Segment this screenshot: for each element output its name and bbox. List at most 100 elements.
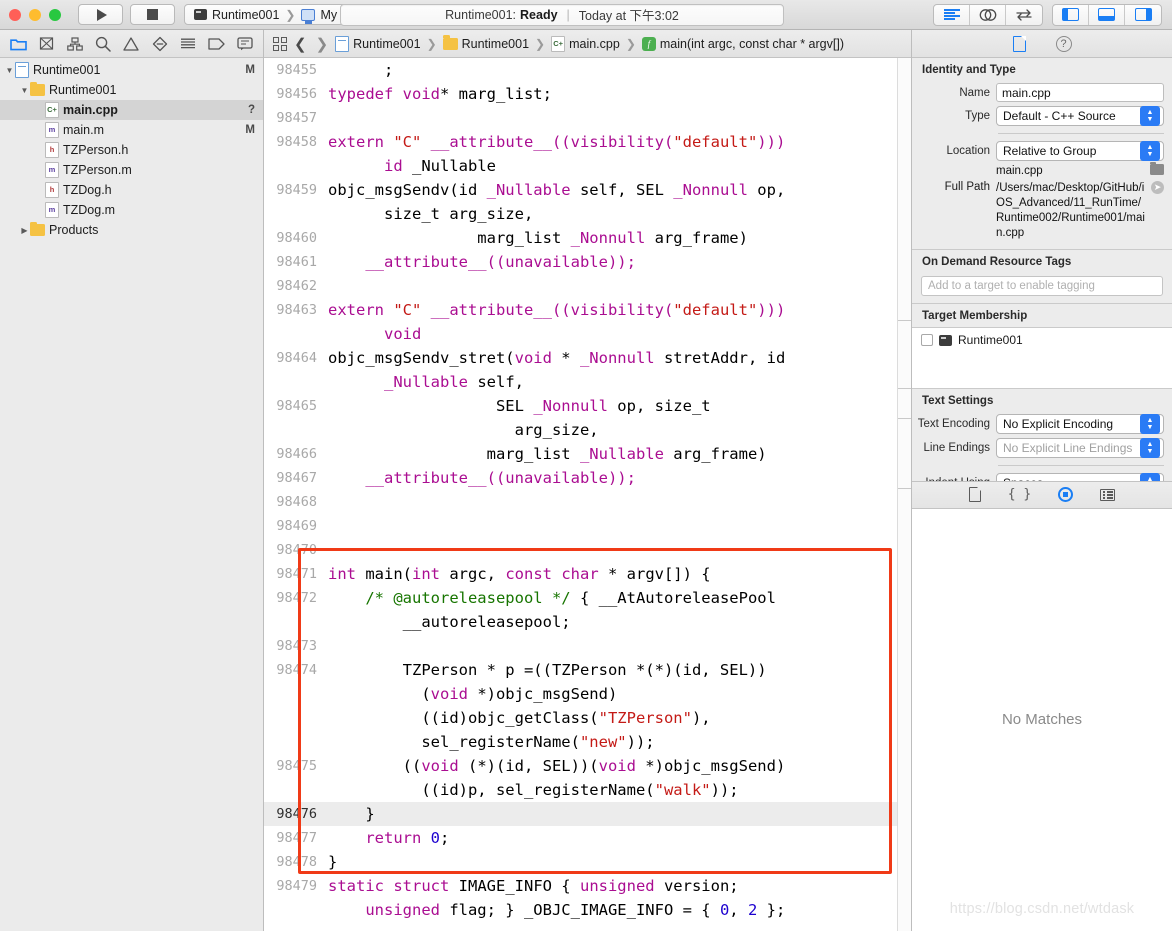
odr-tags-input[interactable]: Add to a target to enable tagging: [921, 276, 1163, 296]
name-label: Name: [959, 86, 990, 99]
code-line[interactable]: 98462: [264, 274, 897, 298]
play-icon: [96, 8, 107, 21]
status-bar[interactable]: Runtime001: Ready | Today at 下午3:02: [340, 3, 784, 26]
breakpoint-icon[interactable]: [234, 34, 256, 54]
code-line[interactable]: 98466 marg_list _Nullable arg_frame): [264, 442, 897, 466]
code-line[interactable]: 98477 return 0;: [264, 826, 897, 850]
code-line[interactable]: 98464 objc_msgSendv_stret(void * _Nonnull…: [264, 346, 897, 394]
media-library-icon[interactable]: [1058, 487, 1074, 502]
disclosure-triangle[interactable]: ▼: [4, 66, 15, 75]
code-token: __attribute__((visibility(: [421, 301, 674, 319]
navigator-item-tzdog-h[interactable]: h TZDog.h: [0, 180, 263, 200]
version-editor-button[interactable]: [1006, 5, 1042, 25]
code-line[interactable]: 98461 __attribute__((unavailable));: [264, 250, 897, 274]
reveal-in-finder-icon[interactable]: ➤: [1151, 181, 1164, 194]
target-checkbox[interactable]: [921, 334, 933, 346]
navigator-item-main-m[interactable]: m main.m M: [0, 120, 263, 140]
breadcrumb-project[interactable]: Runtime001: [335, 35, 421, 52]
stop-button[interactable]: [130, 4, 175, 25]
code-lines[interactable]: 98455 ; 98456 typedef void* marg_list; 9845…: [264, 58, 897, 931]
zoom-button[interactable]: [49, 8, 61, 21]
type-select[interactable]: Default - C++ Source ▲ ▼: [996, 106, 1164, 126]
code-line[interactable]: 98458 extern "C" __attribute__((visibilit…: [264, 130, 897, 178]
code-token: _Nonnull: [533, 397, 608, 415]
code-line[interactable]: 98472 /* @autoreleasepool */ { __AtAutor…: [264, 586, 897, 634]
editor-pane: ❮ ❯ Runtime001 ❯ Runtime001 ❯ C+ main.cp…: [264, 30, 912, 931]
navigator-item-runtime001[interactable]: ▼ Runtime001: [0, 80, 263, 100]
standard-editor-button[interactable]: [934, 4, 970, 25]
run-button[interactable]: [78, 4, 123, 25]
code-line[interactable]: 98478}: [264, 850, 897, 874]
project-navigator-tree[interactable]: ▼ Runtime001 M ▼ Runtime001 C+ main.cpp? m main.…: [0, 58, 263, 931]
code-line[interactable]: 98473: [264, 634, 897, 658]
target-membership-row[interactable]: Runtime001: [921, 333, 1163, 347]
issue-icon[interactable]: [149, 34, 171, 54]
quick-help-doc-icon[interactable]: [968, 487, 981, 502]
code-token: }: [328, 853, 338, 871]
choose-folder-icon[interactable]: [1150, 162, 1164, 175]
breadcrumb-group[interactable]: Runtime001: [442, 35, 529, 51]
object-library-icon[interactable]: [1100, 488, 1116, 501]
code-line[interactable]: 98455 ;: [264, 58, 897, 82]
folder-icon[interactable]: [7, 34, 29, 54]
code-line[interactable]: 98456 typedef void* marg_list;: [264, 82, 897, 106]
code-line[interactable]: 98479 static struct IMAGE_INFO { unsigned…: [264, 874, 897, 922]
code-line[interactable]: 98463 extern "C" __attribute__((visibilit…: [264, 298, 897, 346]
disclosure-triangle[interactable]: ▼: [19, 86, 30, 95]
location-select[interactable]: Relative to Group ▲ ▼: [996, 141, 1164, 161]
toggle-navigator-button[interactable]: [1053, 4, 1089, 25]
code-line[interactable]: 98460 marg_list _Nonnull arg_frame): [264, 226, 897, 250]
code-line[interactable]: 98465 SEL _Nonnull op, size_t arg_size,: [264, 394, 897, 442]
source-editor[interactable]: 98455 ; 98456 typedef void* marg_list; 9845…: [264, 58, 911, 931]
navigator-item-products[interactable]: ▶ Products: [0, 220, 263, 240]
navigator-item-main-cpp[interactable]: C+ main.cpp?: [0, 100, 263, 120]
code-token: static struct: [328, 877, 450, 895]
navigator-item-tzperson-m[interactable]: m TZPerson.m: [0, 160, 263, 180]
code-line[interactable]: 98470: [264, 538, 897, 562]
source-control-icon[interactable]: [35, 34, 57, 54]
breadcrumb-symbol[interactable]: f main(int argc, const char * argv[]): [641, 36, 844, 51]
breadcrumb-file[interactable]: C+ main.cpp: [551, 35, 620, 52]
code-line[interactable]: 98476 }: [264, 802, 897, 826]
line-number: 98457: [276, 110, 317, 126]
text-encoding-select[interactable]: No Explicit Encoding ▲ ▼: [996, 414, 1164, 434]
code-snippet-icon[interactable]: { }: [1008, 487, 1031, 502]
code-line[interactable]: 98459 objc_msgSendv(id _Nullable self, SE…: [264, 178, 897, 226]
debug-icon[interactable]: [205, 34, 227, 54]
quick-help-icon[interactable]: ?: [1055, 35, 1072, 52]
disclosure-triangle[interactable]: ▶: [19, 226, 30, 235]
test-icon[interactable]: [177, 34, 199, 54]
code-line[interactable]: 98469: [264, 514, 897, 538]
navigator-item-tzperson-h[interactable]: h TZPerson.h: [0, 140, 263, 160]
search-icon[interactable]: [92, 34, 114, 54]
code-line[interactable]: 98468: [264, 490, 897, 514]
minimize-button[interactable]: [29, 8, 41, 21]
code-line[interactable]: 98475 ((void (*)(id, SEL))(void *)objc_m…: [264, 754, 897, 802]
close-button[interactable]: [9, 8, 21, 21]
related-items-icon[interactable]: [273, 36, 287, 51]
line-source: [326, 274, 897, 298]
line-source: }: [326, 850, 897, 874]
name-field[interactable]: main.cpp: [996, 83, 1164, 102]
code-token: _Nonnull: [579, 349, 655, 367]
editor-scrollbar[interactable]: [897, 58, 911, 931]
indent-using-select[interactable]: Spaces ▲▼: [996, 473, 1164, 481]
navigator-item-tzdog-m[interactable]: m TZDog.m: [0, 200, 263, 220]
code-line[interactable]: 98471 int main(int argc, const char * arg…: [264, 562, 897, 586]
line-source: [326, 490, 897, 514]
forward-button[interactable]: ❯: [314, 35, 331, 53]
assistant-editor-button[interactable]: [970, 4, 1006, 25]
toggle-inspector-button[interactable]: [1125, 5, 1161, 25]
symbol-icon[interactable]: [64, 34, 86, 54]
line-endings-select[interactable]: No Explicit Line Endings ▲ ▼: [996, 438, 1164, 458]
warning-icon[interactable]: [120, 34, 142, 54]
code-line[interactable]: 98457: [264, 106, 897, 130]
back-button[interactable]: ❮: [292, 35, 309, 53]
file-inspector-icon[interactable]: [1012, 35, 1026, 52]
code-token: return: [365, 829, 422, 847]
code-line[interactable]: 98474 TZPerson * p =((TZPerson *(*)(id, …: [264, 658, 897, 754]
code-token: SEL: [328, 397, 534, 415]
navigator-item-runtime001[interactable]: ▼ Runtime001 M: [0, 60, 263, 80]
code-line[interactable]: 98467 __attribute__((unavailable));: [264, 466, 897, 490]
toggle-debug-area-button[interactable]: [1089, 4, 1125, 25]
